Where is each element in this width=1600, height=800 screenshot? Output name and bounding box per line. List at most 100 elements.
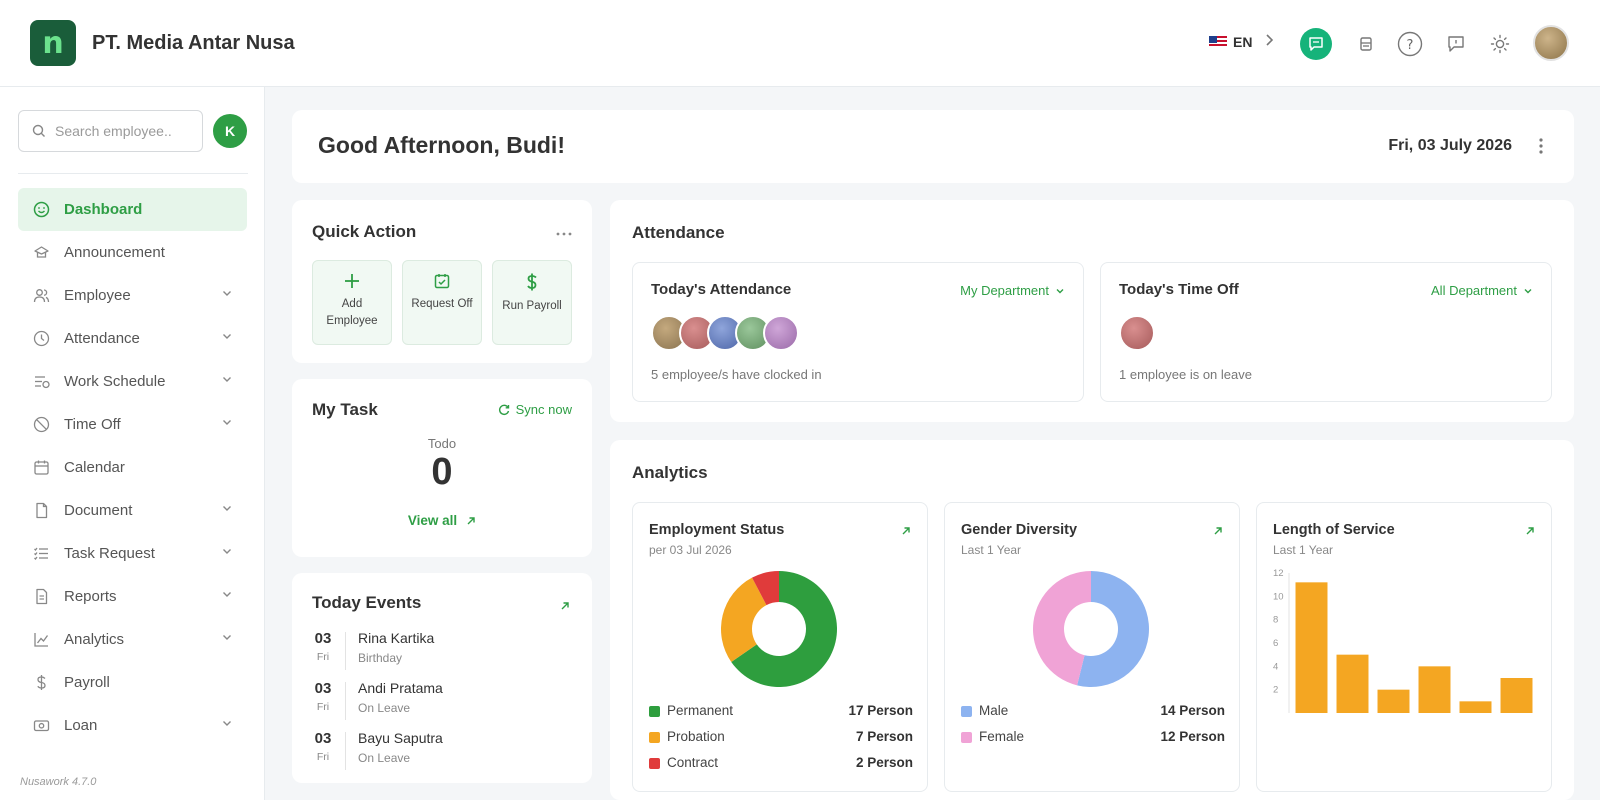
y-tick-label: 6 xyxy=(1273,638,1278,649)
sidebar-item-time-off[interactable]: Time Off xyxy=(18,403,247,446)
chevron-right-icon[interactable] xyxy=(1265,33,1275,52)
schedule-icon xyxy=(32,373,50,391)
chevron-down-icon xyxy=(223,635,231,640)
app-version: Nusawork 4.7.0 xyxy=(20,776,97,788)
help-icon[interactable]: ? xyxy=(1397,31,1423,57)
all-department-dropdown[interactable]: All Department xyxy=(1431,283,1533,298)
sidebar-item-employee[interactable]: Employee xyxy=(18,274,247,317)
legend-value: 12 Person xyxy=(1160,729,1225,744)
y-tick-label: 10 xyxy=(1273,591,1284,602)
chart-title: Gender Diversity xyxy=(961,522,1078,538)
sidebar-item-task-request[interactable]: Task Request xyxy=(18,532,247,575)
sidebar-item-label: Attendance xyxy=(64,330,140,347)
bar-3[interactable] xyxy=(1377,689,1410,713)
bar-4[interactable] xyxy=(1418,666,1451,713)
sidebar-item-announcement[interactable]: Announcement xyxy=(18,231,247,274)
sidebar-item-work-schedule[interactable]: Work Schedule xyxy=(18,360,247,403)
add-employee-button[interactable]: Add Employee xyxy=(312,260,392,345)
sidebar-item-document[interactable]: Document xyxy=(18,489,247,532)
y-tick-label: 8 xyxy=(1273,615,1278,626)
arrow-up-right-icon[interactable] xyxy=(901,523,911,541)
language-selector[interactable]: EN xyxy=(1209,34,1252,50)
employee-avatar[interactable] xyxy=(1119,315,1155,351)
sidebar-item-reports[interactable]: Reports xyxy=(18,575,247,618)
bar-2[interactable] xyxy=(1336,654,1369,713)
arrow-up-right-icon[interactable] xyxy=(1525,523,1535,541)
y-tick-label: 2 xyxy=(1273,685,1278,696)
search-box[interactable] xyxy=(18,110,203,152)
bar-1[interactable] xyxy=(1295,582,1328,713)
todo-label: Todo xyxy=(427,436,457,451)
legend-label: Female xyxy=(979,729,1025,744)
employee-avatar[interactable] xyxy=(763,315,799,351)
company-name: PT. Media Antar Nusa xyxy=(92,32,295,54)
chevron-down-icon xyxy=(223,334,231,339)
event-row[interactable]: 03 Fri Rina Kartika Birthday xyxy=(312,630,572,675)
event-type: On Leave xyxy=(358,701,411,715)
dollar-icon xyxy=(32,674,50,692)
block-icon xyxy=(32,416,50,434)
user-initial-avatar[interactable]: K xyxy=(213,114,247,148)
sync-now-label: Sync now xyxy=(515,402,572,417)
sidebar: K Dashboard Announcement Employee Attend… xyxy=(0,87,265,800)
analytics-icon xyxy=(32,631,50,649)
sidebar-item-attendance[interactable]: Attendance xyxy=(18,317,247,360)
top-bar: n PT. Media Antar Nusa EN ? xyxy=(0,0,1600,87)
sidebar-item-payroll[interactable]: Payroll xyxy=(18,661,247,704)
legend-value: 2 Person xyxy=(855,755,913,770)
sidebar-item-dashboard[interactable]: Dashboard xyxy=(18,188,247,231)
all-department-label: All Department xyxy=(1431,283,1517,298)
sync-now-button[interactable]: Sync now xyxy=(498,402,572,417)
my-department-dropdown[interactable]: My Department xyxy=(960,283,1065,298)
user-avatar[interactable] xyxy=(1533,25,1569,61)
event-separator xyxy=(345,682,346,720)
legend-value: 14 Person xyxy=(1160,703,1225,718)
quick-action-title: Quick Action xyxy=(312,222,417,241)
legend-label: Probation xyxy=(667,729,725,744)
bar-5[interactable] xyxy=(1459,701,1492,713)
analytics-card: Analytics Employment Status per 03 Jul 2… xyxy=(610,440,1574,800)
today-events-title: Today Events xyxy=(312,593,422,612)
arrow-up-right-icon[interactable] xyxy=(560,598,570,616)
chevron-down-icon xyxy=(223,549,231,554)
us-flag-icon xyxy=(1209,36,1227,48)
chevron-down-icon xyxy=(223,506,231,511)
todays-time-off-panel: Today's Time Off All Department 1 employ… xyxy=(1100,262,1552,402)
y-tick-label: 4 xyxy=(1273,661,1278,672)
sidebar-item-analytics[interactable]: Analytics xyxy=(18,618,247,661)
company-logo[interactable]: n xyxy=(30,20,76,66)
legend-value: 17 Person xyxy=(848,703,913,718)
event-separator xyxy=(345,732,346,770)
sidebar-item-calendar[interactable]: Calendar xyxy=(18,446,247,489)
sidebar-item-loan[interactable]: Loan xyxy=(18,704,247,747)
more-horizontal-icon[interactable] xyxy=(556,224,572,242)
greeting-card: Good Afternoon, Budi! Fri, 03 July 2026 xyxy=(292,110,1574,183)
employment-status-chart-card: Employment Status per 03 Jul 2026 Perman… xyxy=(632,502,928,792)
run-payroll-button[interactable]: Run Payroll xyxy=(492,260,572,345)
todays-time-off-title: Today's Time Off xyxy=(1119,281,1239,298)
chevron-down-icon xyxy=(223,592,231,597)
today-events-card: Today Events 03 Fri Rina Kartika Birthda… xyxy=(292,573,592,783)
search-icon xyxy=(32,124,45,137)
event-row[interactable]: 03 Fri Bayu Saputra On Leave xyxy=(312,730,572,775)
theme-icon[interactable] xyxy=(1487,31,1513,57)
attendance-title: Attendance xyxy=(632,223,725,242)
chat-button[interactable] xyxy=(1300,28,1332,60)
sidebar-item-label: Work Schedule xyxy=(64,373,166,390)
view-all-link[interactable]: View all xyxy=(292,513,592,528)
event-row[interactable]: 03 Fri Andi Pratama On Leave xyxy=(312,680,572,725)
bar-6[interactable] xyxy=(1500,678,1533,713)
more-vertical-icon[interactable] xyxy=(1538,134,1544,158)
feedback-icon[interactable] xyxy=(1443,31,1469,57)
search-input[interactable] xyxy=(55,123,190,139)
printer-icon[interactable] xyxy=(1353,31,1379,57)
my-task-card: My Task Sync now Todo 0 View all xyxy=(292,379,592,557)
chevron-down-icon xyxy=(1056,288,1064,293)
length-of-service-bar-chart: 2 4 6 8 10 12 xyxy=(1273,568,1533,713)
sidebar-item-label: Time Off xyxy=(64,416,121,433)
run-payroll-label: Run Payroll xyxy=(502,300,562,312)
arrow-up-right-icon[interactable] xyxy=(1213,523,1223,541)
sidebar-item-label: Calendar xyxy=(64,459,125,476)
request-off-button[interactable]: Request Off xyxy=(402,260,482,345)
sidebar-item-label: Reports xyxy=(64,588,117,605)
